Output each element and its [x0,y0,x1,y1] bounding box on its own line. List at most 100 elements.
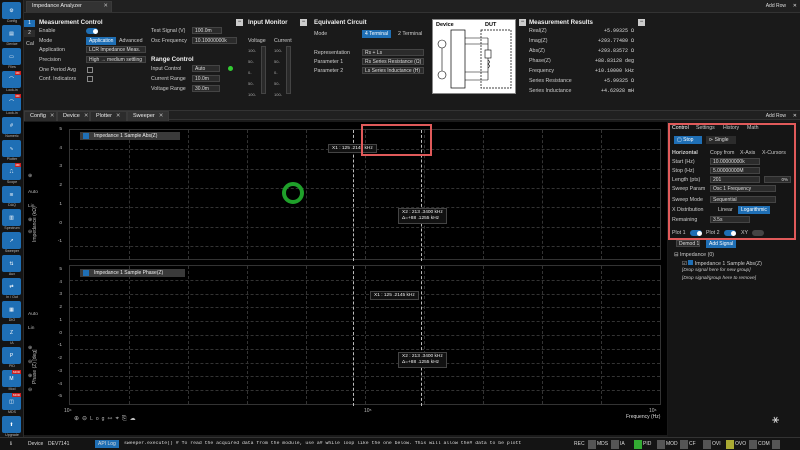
sidebar-item-mod[interactable]: M MOD [2,370,21,387]
zoom-out-icon[interactable]: ⊖ [28,360,32,365]
sidebar-item-ia[interactable]: Z [2,324,21,341]
y-auto-button[interactable]: Auto [28,312,38,317]
close-icon[interactable]: ✕ [103,3,108,9]
drop-target-remove[interactable]: [Drop signal/group here to remove] [682,276,756,281]
sidebar-item-mds[interactable]: ◫ MOD [2,393,21,410]
y-tick: 0 [59,330,62,336]
cursor-x2-line[interactable] [421,266,422,406]
sidebar-item-dio[interactable]: ▦ [2,301,21,318]
input-control-select[interactable]: Auto [192,65,220,72]
close-icon[interactable]: ✕ [793,3,797,9]
circuit-diagram: Device DUT [432,19,516,94]
y-tick: -3 [57,368,62,374]
tree-group[interactable]: ⊟ Impedance (0) [674,252,714,258]
x-axis-controls[interactable]: ⊕⊖Log⇿⌖⎘☁ [74,415,139,423]
sidebar-item-plotter[interactable]: ∿ [2,140,21,157]
mode-application-button[interactable]: Application [86,37,117,45]
close-icon[interactable]: ✕ [84,113,89,119]
sidebar-badge: MF [14,94,21,98]
conf-indicators-checkbox[interactable] [87,76,93,82]
y-lin-button[interactable]: Lin [28,326,34,331]
test-signal-label: Test Signal (V) [151,28,186,34]
sidebar-item-sweeper[interactable]: ↗ [2,232,21,249]
top-ylabel: Impedance (kΩ) [32,206,38,242]
save-icon: ⎘ [121,416,130,422]
sidebar-item-lock-in[interactable]: ⌒ MF [2,71,21,88]
channel-1-button[interactable]: 1 [24,20,35,27]
tab-device[interactable]: Device ✕ [57,111,90,121]
zoom-out-icon[interactable]: ⊖ [28,388,32,393]
bottom-tab-bar: Config ✕ Device ✕ Plotter ✕ Sweeper ✕ Add Ro… [24,110,800,121]
osc-frequency-input[interactable]: 10.10000000k [192,37,237,44]
current-label: Current [274,38,292,44]
cal-label[interactable]: Cal [26,41,34,47]
api-log-button[interactable]: API Log [95,440,119,448]
y-tick: -5 [57,394,62,400]
sidebar-item-upgrade[interactable]: ⬆ [2,416,21,433]
collapse-icon[interactable]: − [236,19,243,26]
precision-select[interactable]: High → medium settling [86,56,146,63]
close-icon[interactable]: ✕ [116,113,121,119]
plot-legend[interactable]: Impedance 1 Sample Abs(Z) [80,132,180,140]
mode-2-terminal-button[interactable]: 2 Terminal [398,31,422,37]
demod-select[interactable]: Demod 1 [676,240,700,247]
representation-select[interactable]: Rs + Ls [362,49,424,56]
sidebar-item-pid[interactable]: P [2,347,21,364]
sidebar-item-scope[interactable]: ⎍ MF [2,163,21,180]
add-signal-button[interactable]: Add Signal [706,240,737,248]
result-row: Frequency +10.10000 kHz [528,67,638,75]
channel-2-button[interactable]: 2 [24,30,35,37]
status-led-icon [228,66,233,71]
zoom-in-icon[interactable]: ⊕ [28,174,32,179]
sidebar-item-numeric[interactable]: # [2,117,21,134]
sidebar-item-lock-in[interactable]: ⌒ MF [2,94,21,111]
sidebar-label: Device [6,42,18,46]
close-icon[interactable]: ✕ [159,113,164,119]
tab-sweeper[interactable]: Sweeper ✕ [127,111,169,121]
current-bar [286,46,291,94]
y-tick: 2 [59,183,62,189]
result-value: +293.83572 Ω [597,48,634,54]
y-auto-button[interactable]: Auto [28,190,38,195]
sidebar-item-daq[interactable]: ≋ [2,186,21,203]
mode-4-terminal-button[interactable]: 4 Terminal [362,30,391,38]
zoom-in-icon[interactable]: ⊕ [28,218,32,223]
add-row-button[interactable]: Add Row [766,3,786,9]
close-icon[interactable]: ✕ [50,113,55,119]
plot-legend[interactable]: Impedance 1 Sample Phase(Z) [80,269,185,277]
phase-z-plot[interactable]: X1 : 125 .2145 kHz X2 : 213 .3400 kHz Δ=+… [69,265,661,406]
measurement-results-title: Measurement Results [529,19,593,26]
cursor-x1-line[interactable] [353,266,354,406]
add-row-button[interactable]: Add Row [766,113,786,119]
tab-impedance-analyzer[interactable]: Impedance Analyzer ✕ [26,1,112,12]
zoom-in-icon[interactable]: ⊕ [28,374,32,379]
y-lin-button[interactable]: Lin [28,204,34,209]
parameter-1-select[interactable]: Rs Series Resistance (Ω) [362,58,424,65]
mode-advanced-button[interactable]: Advanced [119,38,143,44]
drop-target-new-group[interactable]: [Drop signal here for new group] [682,268,751,273]
one-period-checkbox[interactable] [87,67,93,73]
close-icon[interactable]: ✕ [793,113,797,119]
test-signal-input[interactable]: 100.0m [192,27,222,34]
application-select[interactable]: LCR Impedance Meas. [86,46,146,53]
collapse-icon[interactable]: − [300,19,307,26]
current-range-input[interactable]: 10.0m [192,75,220,82]
zoom-out-icon[interactable]: ⊖ [28,230,32,235]
tab-plotter[interactable]: Plotter ✕ [90,111,127,121]
sidebar-item-files[interactable]: ▭ [2,48,21,65]
parameter-2-select[interactable]: Ls Series Inductance (H) [362,67,424,74]
collapse-icon[interactable]: − [638,19,645,26]
tab-config[interactable]: Config ✕ [24,111,57,121]
enable-toggle[interactable] [86,28,98,34]
tree-item[interactable]: ☑ Impedance 1 Sample Abs(Z) [682,260,762,267]
input-monitor-title: Input Monitor [248,19,288,26]
zoom-in-icon[interactable]: ⊕ [28,346,32,351]
sidebar-item-config[interactable]: ⚙ [2,2,21,19]
collapse-icon[interactable]: − [519,19,526,26]
voltage-range-input[interactable]: 30.0m [192,85,220,92]
sidebar-item-in-out[interactable]: ⇄ [2,278,21,295]
sidebar-item-spectrum[interactable]: ▥ [2,209,21,226]
sidebar-item-aux[interactable]: ⇅ [2,255,21,272]
plot-area[interactable]: X1 : 125 .2145 kHz X2 : 213 .3400 kHz Δ=+… [24,122,667,435]
sidebar-item-device[interactable]: ▤ [2,25,21,42]
